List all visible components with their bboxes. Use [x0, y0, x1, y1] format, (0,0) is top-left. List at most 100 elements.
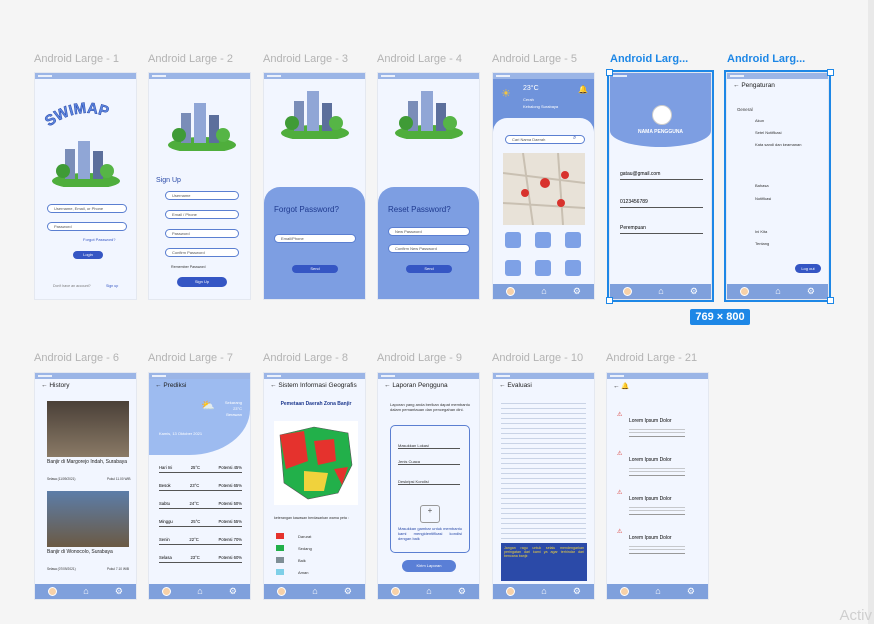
- email-field[interactable]: Email / Phone: [165, 210, 239, 219]
- frame-report[interactable]: ← Laporan Pengguna Laporan yang anda ber…: [377, 372, 480, 600]
- notification-item[interactable]: ⚠ Lorem Ipsum Dolor: [617, 528, 702, 562]
- signup-link[interactable]: Sign up: [106, 284, 118, 288]
- info-icon[interactable]: [565, 260, 581, 276]
- confirm-password-field[interactable]: Confirm Password: [165, 248, 239, 257]
- remember-checkbox[interactable]: Remember Password: [171, 265, 206, 269]
- frame-settings[interactable]: ← Pengaturan General Akun Setel Notifika…: [724, 70, 831, 302]
- profile-icon[interactable]: [620, 587, 630, 596]
- history-item-title[interactable]: Banjir di Wonocolo, Surabaya: [47, 549, 129, 555]
- profile-icon[interactable]: [623, 287, 633, 296]
- home-icon[interactable]: ⌂: [312, 587, 317, 596]
- gear-icon[interactable]: ⚙: [229, 587, 237, 596]
- resize-handle[interactable]: [827, 69, 834, 76]
- profile-icon[interactable]: [48, 587, 58, 596]
- frame-login[interactable]: SWIMAP Username, Email, or Phone Passwor…: [34, 72, 137, 300]
- frame-label[interactable]: Android Large - 4: [377, 53, 462, 65]
- evaluation-icon[interactable]: [535, 260, 551, 276]
- password-input[interactable]: Password: [47, 222, 127, 231]
- profile-icon[interactable]: [162, 587, 172, 596]
- resize-handle[interactable]: [827, 297, 834, 304]
- setting-about-us[interactable]: Ini Kita: [755, 229, 767, 234]
- login-button[interactable]: Login: [73, 251, 103, 259]
- profile-icon[interactable]: [506, 287, 516, 296]
- send-button[interactable]: Send: [292, 265, 338, 273]
- gear-icon[interactable]: ⚙: [344, 587, 352, 596]
- home-icon[interactable]: ⌂: [197, 587, 202, 596]
- setting-notification[interactable]: Setel Notifikasi: [755, 130, 781, 135]
- frame-gis[interactable]: ← Sistem Informasi Geografis Pemetaan Da…: [263, 372, 366, 600]
- gear-icon[interactable]: ⚙: [807, 287, 815, 296]
- setting-about[interactable]: Tentang: [755, 241, 769, 246]
- gear-icon[interactable]: ⚙: [573, 587, 581, 596]
- profile-icon[interactable]: [277, 587, 287, 596]
- frame-history[interactable]: ← History Banjir di Margorejo Indah, Sur…: [34, 372, 137, 600]
- frame-label[interactable]: Android Large - 21: [606, 352, 697, 364]
- submit-report-button[interactable]: Kirim Laporan: [402, 560, 456, 572]
- map-icon[interactable]: [565, 232, 581, 248]
- frame-label[interactable]: Android Large - 9: [377, 352, 462, 364]
- frame-signup[interactable]: Sign Up Username Email / Phone Password …: [148, 72, 251, 300]
- setting-password[interactable]: Kata sandi dan keamanan: [755, 142, 801, 147]
- home-icon[interactable]: ⌂: [541, 287, 546, 296]
- setting-notif[interactable]: Notifikasi: [755, 196, 771, 201]
- resize-handle[interactable]: [606, 297, 613, 304]
- gear-icon[interactable]: ⚙: [573, 287, 581, 296]
- home-icon[interactable]: ⌂: [83, 587, 88, 596]
- home-icon[interactable]: ⌂: [658, 287, 663, 296]
- gear-icon[interactable]: ⚙: [687, 587, 695, 596]
- frame-label[interactable]: Android Large - 1: [34, 53, 119, 65]
- signup-button[interactable]: Sign Up: [177, 277, 227, 287]
- frame-label[interactable]: Android Large - 7: [148, 352, 233, 364]
- frame-notifications[interactable]: ← 🔔 ⚠ Lorem Ipsum Dolor ⚠ Lorem Ipsum Do…: [606, 372, 709, 600]
- profile-icon[interactable]: [740, 287, 750, 296]
- notification-item[interactable]: ⚠ Lorem Ipsum Dolor: [617, 489, 702, 523]
- home-icon[interactable]: ⌂: [541, 587, 546, 596]
- canvas-scrollbar[interactable]: [868, 0, 874, 624]
- forgot-password-link[interactable]: Forgot Password?: [83, 237, 115, 242]
- profile-icon[interactable]: [391, 587, 401, 596]
- username-field[interactable]: Username: [165, 191, 239, 200]
- description-field[interactable]: Deskripsi Kondisi: [398, 479, 460, 485]
- home-icon[interactable]: ⌂: [426, 587, 431, 596]
- email-phone-field[interactable]: Email/Phone: [274, 234, 356, 243]
- send-button[interactable]: Send: [406, 265, 452, 273]
- profile-icon[interactable]: [506, 587, 516, 596]
- logout-button[interactable]: Log out: [795, 264, 821, 273]
- prediction-icon[interactable]: [535, 232, 551, 248]
- frame-label-selected[interactable]: Android Larg...: [727, 53, 805, 65]
- frame-label[interactable]: Android Large - 3: [263, 53, 348, 65]
- home-icon[interactable]: ⌂: [655, 587, 660, 596]
- report-icon[interactable]: [505, 260, 521, 276]
- home-icon[interactable]: ⌂: [775, 287, 780, 296]
- frame-profile[interactable]: NAMA PENGGUNA gatau@gmail.com 0123456789…: [607, 70, 714, 302]
- password-field[interactable]: Password: [165, 229, 239, 238]
- frame-label[interactable]: Android Large - 10: [492, 352, 583, 364]
- frame-forgot-password[interactable]: Forgot Password? Email/Phone Send: [263, 72, 366, 300]
- username-input[interactable]: Username, Email, or Phone: [47, 204, 127, 213]
- resize-handle[interactable]: [606, 69, 613, 76]
- confirm-new-password-field[interactable]: Confirm New Password: [388, 244, 470, 253]
- notification-item[interactable]: ⚠ Lorem Ipsum Dolor: [617, 450, 702, 484]
- new-password-field[interactable]: New Password: [388, 227, 470, 236]
- weather-field[interactable]: Jenis Cuaca: [398, 459, 460, 465]
- gear-icon[interactable]: ⚙: [690, 287, 698, 296]
- notification-item[interactable]: ⚠ Lorem Ipsum Dolor: [617, 411, 702, 445]
- setting-language[interactable]: Bahasa: [755, 183, 769, 188]
- frame-label-selected[interactable]: Android Larg...: [610, 53, 688, 65]
- frame-label[interactable]: Android Large - 8: [263, 352, 348, 364]
- gear-icon[interactable]: ⚙: [458, 587, 466, 596]
- avatar[interactable]: [652, 105, 672, 125]
- history-icon[interactable]: [505, 232, 521, 248]
- gear-icon[interactable]: ⚙: [115, 587, 123, 596]
- frame-reset-password[interactable]: Reset Password? New Password Confirm New…: [377, 72, 480, 300]
- bell-icon[interactable]: 🔔: [578, 85, 588, 94]
- location-field[interactable]: Masukkan Lokasi: [398, 443, 460, 449]
- frame-prediction[interactable]: ← Prediksi Sekarang 23°C Berawan ⛅ Kamis…: [148, 372, 251, 600]
- frame-label[interactable]: Android Large - 5: [492, 53, 577, 65]
- frame-evaluation[interactable]: ← Evaluasi Jangan ragu untuk selalu mend…: [492, 372, 595, 600]
- setting-account[interactable]: Akun: [755, 118, 764, 123]
- add-photo-button[interactable]: +: [420, 505, 440, 523]
- frame-label[interactable]: Android Large - 2: [148, 53, 233, 65]
- frame-home[interactable]: ☀ 23°C Cerah Kebalong Surabaya 🔔 Cari Na…: [492, 72, 595, 300]
- history-item-title[interactable]: Banjir di Margorejo Indah, Surabaya: [47, 459, 129, 465]
